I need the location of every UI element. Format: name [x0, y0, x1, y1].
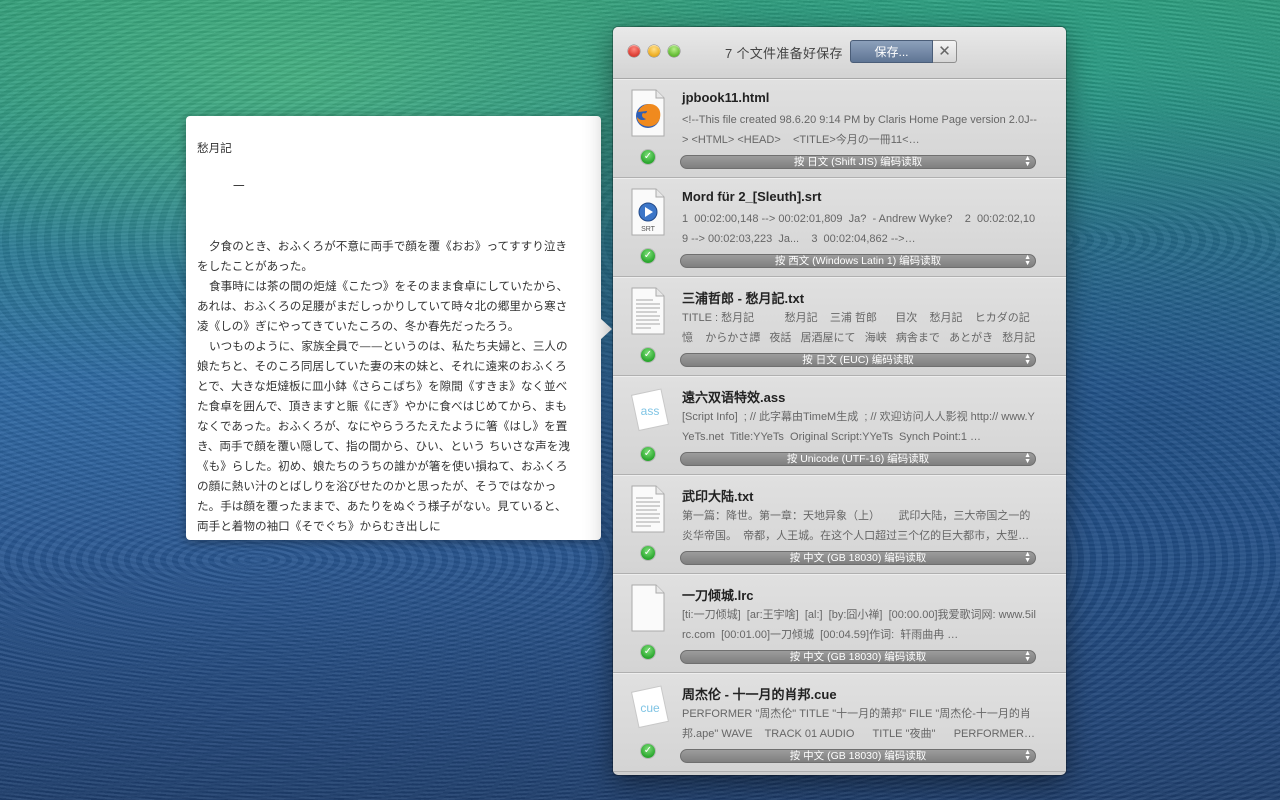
- file-snippet: 第一篇：降世。第一章：天地异象（上） 武印大陆，三大帝国之一的炎华帝国。 帝都，…: [682, 510, 1031, 542]
- save-window: 7 个文件准备好保存 保存... ✕ ✓ jpbook11.html <!--T…: [613, 27, 1066, 775]
- file-row[interactable]: ✓ 一刀倾城.lrc [ti:一刀倾城] [ar:王宇啥] [al:] [by:…: [613, 574, 1066, 673]
- file-row[interactable]: ass ✓ 遠六双语特效.ass [Script Info] ; // 此字幕由…: [613, 376, 1066, 475]
- file-row[interactable]: ✓ 武印大陆.txt 第一篇：降世。第一章：天地异象（上） 武印大陆，三大帝国之…: [613, 475, 1066, 574]
- file-snippet: <!--This file created 98.6.20 9:14 PM by…: [682, 114, 1037, 146]
- file-row[interactable]: SRT ✓ Mord für 2_[Sleuth].srt 1 00:02:00…: [613, 178, 1066, 277]
- encoding-label: 按 日文 (Shift JIS) 编码读取: [793, 156, 923, 168]
- file-name: 一刀倾城.lrc: [682, 588, 754, 603]
- preview-paragraph: いつものように、家族全員で——というのは、私たち夫婦と、三人の娘たちと、そのころ…: [197, 339, 570, 533]
- ready-check-icon: ✓: [641, 645, 655, 659]
- encoding-label: 按 中文 (GB 18030) 编码读取: [789, 750, 927, 762]
- ass-file-icon: ass: [629, 386, 669, 434]
- ready-check-icon: ✓: [641, 744, 655, 758]
- ready-check-icon: ✓: [641, 249, 655, 263]
- srt-file-icon: SRT: [629, 188, 667, 236]
- encoding-label: 按 日文 (EUC) 编码读取: [802, 354, 914, 366]
- stepper-arrows-icon: ▲ ▼: [1024, 254, 1031, 267]
- text-document-icon: [629, 485, 667, 533]
- file-name: jpbook11.html: [682, 90, 770, 105]
- zoom-window-button[interactable]: [668, 45, 680, 57]
- cue-label: cue: [640, 701, 660, 715]
- firefox-html-icon: [629, 89, 667, 137]
- file-name: 遠六双语特效.ass: [682, 390, 786, 405]
- stepper-arrows-icon: ▲ ▼: [1024, 353, 1031, 366]
- file-row[interactable]: ✓ jpbook11.html <!--This file created 98…: [613, 79, 1066, 178]
- file-name: 周杰伦 - 十一月的肖邦.cue: [682, 687, 837, 702]
- text-document-icon: [629, 287, 667, 335]
- preview-content: 愁月記 一 夕食のとき、おふくろが不意に両手で顔を覆《おお》ってすすり泣きをした…: [197, 138, 571, 536]
- file-snippet: TITLE : 愁月記 愁月記 三浦 哲郎 目次 愁月記 ヒカダの記憶 からかさ…: [682, 312, 1036, 344]
- ready-check-icon: ✓: [641, 546, 655, 560]
- ready-check-icon: ✓: [641, 150, 655, 164]
- stepper-arrows-icon: ▲ ▼: [1024, 650, 1031, 663]
- files-ready-status: 7 个文件准备好保存: [725, 46, 843, 61]
- file-list: ✓ jpbook11.html <!--This file created 98…: [613, 79, 1066, 772]
- close-window-button[interactable]: [628, 45, 640, 57]
- file-row[interactable]: cue ✓ 周杰伦 - 十一月的肖邦.cue PERFORMER "周杰伦" T…: [613, 673, 1066, 772]
- stepper-arrows-icon: ▲ ▼: [1024, 155, 1031, 168]
- ready-check-icon: ✓: [641, 348, 655, 362]
- file-snippet: [Script Info] ; // 此字幕由TimeM生成 ; // 欢迎访问…: [682, 411, 1035, 443]
- preview-title: 愁月記: [197, 141, 232, 155]
- file-name: 三浦哲郎 - 愁月記.txt: [682, 291, 805, 306]
- file-snippet: PERFORMER "周杰伦" TITLE "十一月的萧邦" FILE "周杰伦…: [682, 708, 1035, 740]
- file-name: 武印大陆.txt: [682, 489, 754, 504]
- blank-document-icon: [629, 584, 667, 632]
- titlebar: 7 个文件准备好保存 保存... ✕: [613, 27, 1066, 79]
- cue-file-icon: cue: [629, 683, 669, 731]
- preview-paragraph: 夕食のとき、おふくろが不意に両手で顔を覆《おお》ってすすり泣きをしたことがあった…: [197, 239, 568, 273]
- file-snippet: 1 00:02:00,148 --> 00:02:01,809 Ja? - An…: [682, 213, 1036, 245]
- popover-arrow: [600, 318, 612, 340]
- cancel-button[interactable]: ✕: [933, 40, 957, 63]
- stepper-arrows-icon: ▲ ▼: [1024, 551, 1031, 564]
- srt-label: SRT: [641, 226, 656, 233]
- file-snippet: [ti:一刀倾城] [ar:王宇啥] [al:] [by:囧小禅] [00:00…: [682, 609, 1036, 641]
- preview-paragraph: 食事時には茶の間の炬燵《こたつ》をそのまま食卓にしていたから、あれは、おふくろの…: [197, 279, 569, 333]
- encoding-selector[interactable]: 按 Unicode (UTF-16) 编码读取 ▲ ▼: [680, 452, 1036, 466]
- encoding-label: 按 中文 (GB 18030) 编码读取: [789, 552, 927, 564]
- ass-label: ass: [641, 404, 660, 418]
- encoding-selector[interactable]: 按 日文 (Shift JIS) 编码读取 ▲ ▼: [680, 155, 1036, 169]
- file-row[interactable]: ✓ 三浦哲郎 - 愁月記.txt TITLE : 愁月記 愁月記 三浦 哲郎 目…: [613, 277, 1066, 376]
- encoding-label: 按 中文 (GB 18030) 编码读取: [789, 651, 927, 663]
- encoding-selector[interactable]: 按 中文 (GB 18030) 编码读取 ▲ ▼: [680, 551, 1036, 565]
- save-button[interactable]: 保存...: [850, 40, 933, 63]
- ready-check-icon: ✓: [641, 447, 655, 461]
- encoding-selector[interactable]: 按 日文 (EUC) 编码读取 ▲ ▼: [680, 353, 1036, 367]
- encoding-selector[interactable]: 按 中文 (GB 18030) 编码读取 ▲ ▼: [680, 749, 1036, 763]
- text-preview-popover: 愁月記 一 夕食のとき、おふくろが不意に両手で顔を覆《おお》ってすすり泣きをした…: [186, 116, 601, 540]
- file-name: Mord für 2_[Sleuth].srt: [682, 189, 822, 204]
- preview-section-number: 一: [233, 179, 245, 193]
- encoding-selector[interactable]: 按 西文 (Windows Latin 1) 编码读取 ▲ ▼: [680, 254, 1036, 268]
- stepper-arrows-icon: ▲ ▼: [1024, 452, 1031, 465]
- encoding-label: 按 西文 (Windows Latin 1) 编码读取: [774, 255, 942, 267]
- encoding-label: 按 Unicode (UTF-16) 编码读取: [786, 453, 930, 465]
- stepper-arrows-icon: ▲ ▼: [1024, 749, 1031, 762]
- encoding-selector[interactable]: 按 中文 (GB 18030) 编码读取 ▲ ▼: [680, 650, 1036, 664]
- minimize-window-button[interactable]: [648, 45, 660, 57]
